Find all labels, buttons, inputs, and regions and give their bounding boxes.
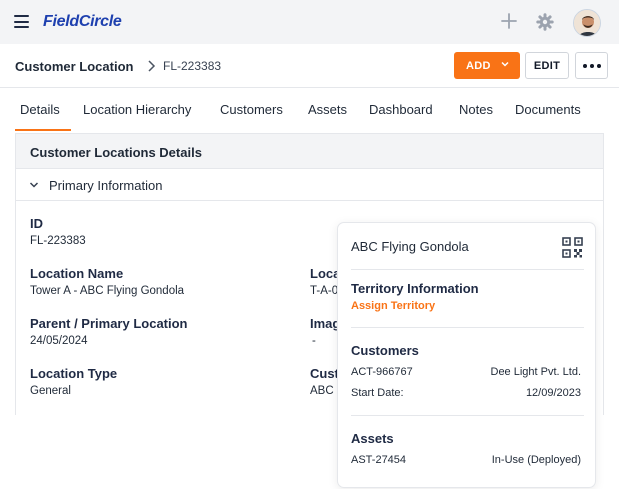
field-image: Image - <box>310 314 338 354</box>
start-date-value: 12/09/2023 <box>525 387 581 399</box>
section-toggle[interactable]: Primary Information <box>16 169 603 201</box>
gear-icon[interactable] <box>536 13 554 31</box>
location-summary-card: ABC Flying Gondola Territory Information… <box>337 222 596 488</box>
tab-details[interactable]: Details <box>20 102 60 117</box>
customer-name: Dee Light Pvt. Ltd. <box>490 366 582 378</box>
card-divider <box>351 269 584 270</box>
assign-territory-link[interactable]: Assign Territory <box>351 300 435 312</box>
card-title: ABC Flying Gondola <box>351 239 469 254</box>
field-label-parent: Parent / Primary Location <box>30 316 188 331</box>
menu-icon[interactable] <box>14 15 29 28</box>
card-divider <box>351 415 584 416</box>
assets-label: Assets <box>351 431 394 446</box>
field-value-customer: ABC Flying Gondola <box>310 385 338 397</box>
field-value-location-right: T-A-001 <box>310 285 338 297</box>
field-location-right: Location T-A-001 <box>310 264 338 304</box>
field-label-location-name: Location Name <box>30 266 124 281</box>
field-label-location-right: Location <box>310 266 338 281</box>
asset-status: In-Use (Deployed) <box>491 454 581 466</box>
chevron-down-icon <box>501 61 509 67</box>
add-button-label: ADD <box>466 59 491 72</box>
avatar[interactable] <box>573 9 601 37</box>
tab-documents[interactable]: Documents <box>515 102 581 117</box>
start-date-label: Start Date: <box>351 387 404 399</box>
field-label-customer: Customer <box>310 366 338 381</box>
field-value-location-type: General <box>30 385 71 397</box>
field-value-image: - <box>312 335 316 347</box>
qr-code-icon[interactable] <box>562 237 583 258</box>
field-value-id: FL-223383 <box>30 235 86 247</box>
tab-assets[interactable]: Assets <box>308 102 347 117</box>
edit-button[interactable]: EDIT <box>525 52 569 79</box>
breadcrumb-record-id: FL-223383 <box>163 59 222 73</box>
app-logo[interactable]: FieldCircle <box>43 13 122 31</box>
territory-label: Territory Information <box>351 281 479 296</box>
customers-label: Customers <box>351 343 419 358</box>
panel-title: Customer Locations Details <box>30 145 202 160</box>
tab-location-hierarchy[interactable]: Location Hierarchy <box>83 102 191 117</box>
chevron-down-icon <box>29 182 39 188</box>
tab-dashboard[interactable]: Dashboard <box>369 102 433 117</box>
field-value-parent: 24/05/2024 <box>30 335 88 347</box>
asset-id[interactable]: AST-27454 <box>351 454 406 466</box>
tab-bar: Details Location Hierarchy Customers Ass… <box>0 88 619 132</box>
add-button[interactable]: ADD <box>454 52 520 79</box>
page-header: Customer Location FL-223383 ADD EDIT <box>0 44 619 88</box>
field-customer: Customer ABC Flying Gondola <box>310 364 338 404</box>
field-label-location-type: Location Type <box>30 366 118 381</box>
page-title[interactable]: Customer Location <box>15 59 133 74</box>
field-label-image: Image <box>310 316 338 331</box>
more-icon[interactable] <box>575 52 608 79</box>
panel-header: Customer Locations Details <box>16 133 603 169</box>
section-title: Primary Information <box>49 178 163 193</box>
top-bar: FieldCircle <box>0 0 619 44</box>
card-divider <box>351 327 584 328</box>
active-tab-indicator <box>15 129 71 131</box>
tab-customers[interactable]: Customers <box>220 102 283 117</box>
customer-account-id[interactable]: ACT-966767 <box>351 366 413 378</box>
chevron-right-icon <box>148 60 156 72</box>
field-label-id: ID <box>30 216 43 231</box>
field-value-location-name: Tower A - ABC Flying Gondola <box>30 285 185 297</box>
tab-notes[interactable]: Notes <box>459 102 493 117</box>
plus-icon[interactable] <box>500 12 518 30</box>
